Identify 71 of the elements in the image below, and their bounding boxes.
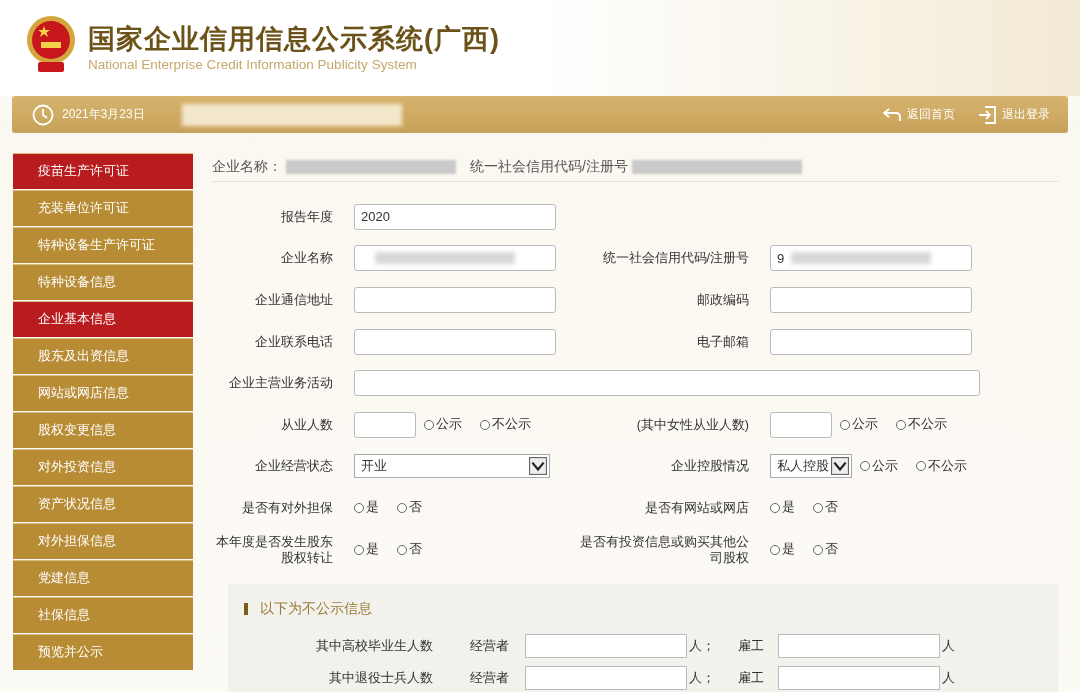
radio-option[interactable]: 否 <box>397 499 422 517</box>
field-label: 企业经营状态 <box>254 458 333 475</box>
field-label: 经营者 <box>470 637 510 655</box>
section-marker-icon <box>244 603 248 616</box>
field-label: 其中退役士兵人数 <box>328 669 433 687</box>
current-date: 2021年3月23日 <box>62 106 145 123</box>
field-label: 是否有投资信息或购买其他公司股权 <box>579 533 749 566</box>
radio-option[interactable]: 不公示 <box>896 416 947 434</box>
field-label: 企业名称 <box>280 250 333 267</box>
radio-option[interactable]: 否 <box>813 541 838 559</box>
field-label: 报告年度 <box>280 208 333 225</box>
radio-option[interactable]: 是 <box>354 499 379 517</box>
unit-label: 人； <box>689 637 715 655</box>
field-label: 企业主营业务活动 <box>228 375 333 392</box>
input-field[interactable] <box>770 411 832 438</box>
field-label: 经营者 <box>470 669 510 687</box>
radio-option[interactable]: 公示 <box>424 416 462 434</box>
section-title: 以下为不公示信息 <box>260 600 372 619</box>
radio-option[interactable]: 否 <box>397 541 422 559</box>
radio-option[interactable]: 不公示 <box>916 457 967 475</box>
input-field[interactable] <box>354 370 980 397</box>
input-field[interactable] <box>354 287 556 313</box>
input-field[interactable] <box>778 666 940 691</box>
unit-label: 人 <box>942 637 955 655</box>
clock-icon <box>32 103 54 126</box>
input-field[interactable] <box>354 245 556 272</box>
input-field[interactable] <box>354 328 556 355</box>
caret-icon <box>529 457 547 476</box>
company-info-label: 企业名称： <box>212 158 282 176</box>
caret-icon <box>831 457 849 476</box>
field-label: 雇工 <box>738 637 765 655</box>
unit-label: 人； <box>689 669 715 687</box>
input-field[interactable] <box>770 287 972 313</box>
field-label: 雇工 <box>738 669 765 687</box>
input-field[interactable] <box>778 634 940 659</box>
field-label: 电子邮箱 <box>696 333 749 350</box>
dropdown[interactable]: 私人控股 <box>770 454 852 479</box>
radio-option[interactable]: 公示 <box>840 416 878 434</box>
field-label: (其中女性从业人数) <box>635 416 749 433</box>
input-field[interactable] <box>525 666 687 691</box>
logout-icon <box>977 105 997 124</box>
input-field[interactable]: 2020 <box>354 203 556 230</box>
national-emblem-icon <box>24 14 78 74</box>
radio-option[interactable]: 公示 <box>860 457 898 475</box>
field-label: 统一社会信用代码/注册号 <box>601 250 749 267</box>
radio-option[interactable]: 是 <box>770 541 795 559</box>
field-label: 企业通信地址 <box>254 292 333 308</box>
unit-label: 人 <box>942 669 955 687</box>
field-label: 其中高校毕业生人数 <box>315 637 433 655</box>
field-label: 是否有网站或网店 <box>644 499 749 516</box>
field-label: 企业控股情况 <box>670 458 749 475</box>
field-label: 从业人数 <box>280 416 333 433</box>
site-title: 国家企业信用信息公示系统(广西) <box>88 23 500 56</box>
field-label: 本年度是否发生股东股权转让 <box>215 533 333 566</box>
radio-option[interactable]: 是 <box>354 541 379 559</box>
radio-option[interactable]: 不公示 <box>480 416 531 434</box>
radio-option[interactable]: 否 <box>813 499 838 517</box>
site-subtitle: National Enterprise Credit Information Publicity System <box>88 56 418 74</box>
input-field[interactable] <box>525 634 687 659</box>
radio-option[interactable]: 是 <box>770 499 795 517</box>
field-label: 是否有对外担保 <box>241 499 333 516</box>
field-label: 邮政编码 <box>696 292 749 308</box>
sidebar-item[interactable]: 疫苗生产许可证 <box>13 153 193 189</box>
return-arrow-icon <box>882 105 902 124</box>
input-field[interactable] <box>354 411 416 438</box>
dropdown[interactable]: 开业 <box>354 454 550 479</box>
input-field[interactable] <box>770 328 972 355</box>
input-field[interactable]: 9 <box>770 245 972 272</box>
sidebar-item[interactable]: 企业基本信息 <box>13 301 193 337</box>
field-label: 企业联系电话 <box>254 333 333 350</box>
company-info-label: 统一社会信用代码/注册号 <box>470 158 628 176</box>
